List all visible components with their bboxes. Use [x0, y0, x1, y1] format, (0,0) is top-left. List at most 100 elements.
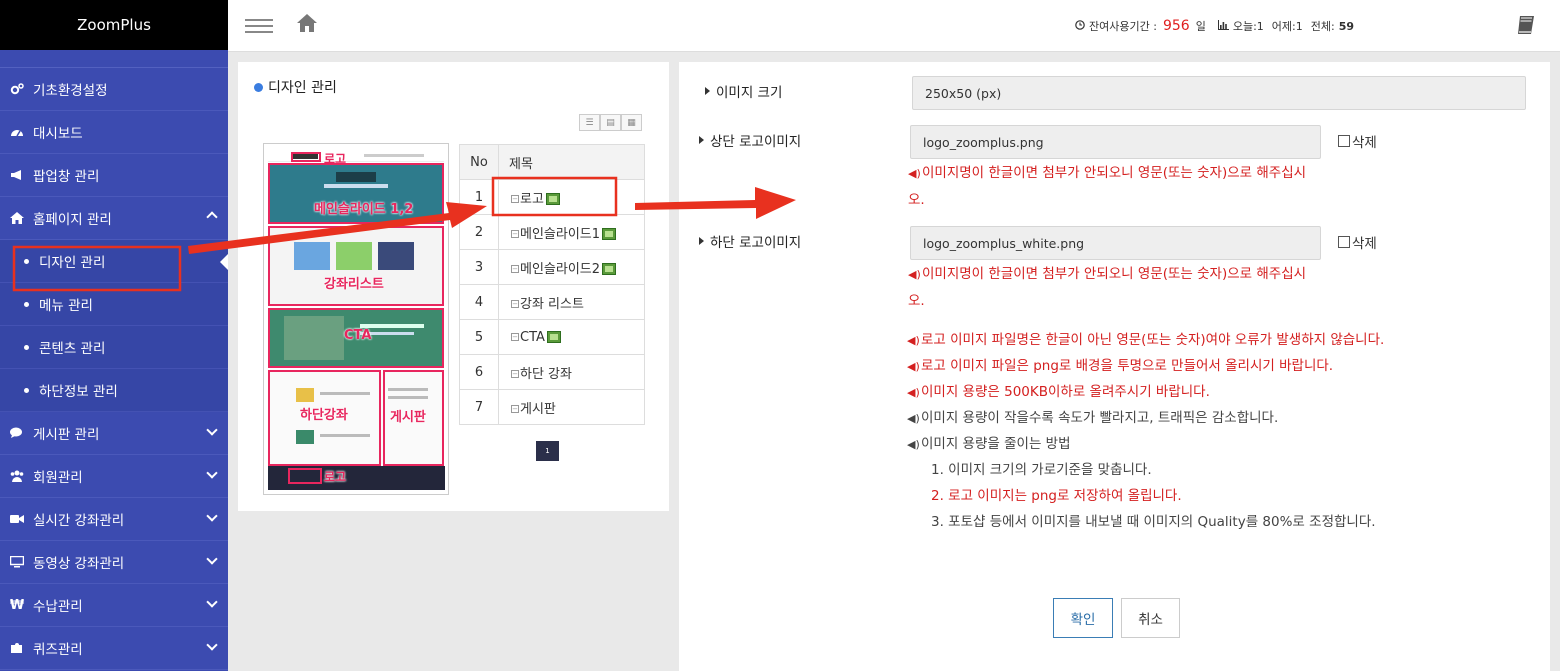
manual-book-icon[interactable] [1516, 15, 1536, 39]
chevron-down-icon [206, 553, 218, 565]
top-logo-file-field[interactable]: logo_zoomplus.png [910, 125, 1321, 159]
step-3: 3. 포토샵 등에서 이미지를 내보낼 때 이미지의 Quality를 80%로… [931, 514, 1376, 530]
row-title-cell[interactable]: − 하단 강좌 [498, 354, 645, 390]
sidebar-item-payment[interactable]: ₩ 수납관리 [0, 584, 228, 627]
row-title-cell[interactable]: − 메인슬라이드2 [498, 249, 645, 285]
sidebar-item-label: 기초환경설정 [33, 83, 108, 99]
bullet-icon [24, 387, 29, 393]
row-title[interactable]: 메인슬라이드2 [520, 262, 600, 277]
sidebar-subitem-label: 콘텐츠 관리 [39, 341, 106, 357]
sidebar-item-label: 팝업창 관리 [33, 169, 100, 185]
row-title-cell[interactable]: − 게시판 [498, 389, 645, 425]
chevron-down-icon [206, 639, 218, 651]
cancel-button[interactable]: 취소 [1121, 598, 1180, 638]
title-bullet-icon [254, 82, 263, 92]
note-speed: ◀)이미지 용량이 작을수록 속도가 빨라지고, 트래픽은 감소합니다. [907, 405, 1278, 432]
sidebar-item-basic-settings[interactable]: 기초환경설정 [0, 68, 228, 111]
confirm-button[interactable]: 확인 [1053, 598, 1113, 638]
image-icon [545, 193, 560, 205]
bullhorn-icon [8, 169, 26, 181]
row-title[interactable]: 메인슬라이드1 [520, 227, 600, 242]
brand-logo[interactable]: ZoomPlus [0, 0, 228, 50]
bullet-icon [24, 344, 29, 350]
sidebar: ZoomPlus 기초환경설정 대시보드 팝업창 관리 홈페이지 관리 디자인 … [0, 0, 228, 671]
hamburger-menu-icon[interactable] [245, 19, 273, 33]
preview-course-list-box [268, 226, 444, 306]
table-row[interactable]: 3 − 메인슬라이드2 [459, 249, 645, 285]
row-title-cell[interactable]: − CTA [498, 319, 645, 355]
remaining-days-unit: 일 [1195, 20, 1206, 33]
detail-view-icon[interactable]: ▤ [600, 114, 621, 131]
sidebar-subitem-footer-info[interactable]: 하단정보 관리 [0, 369, 228, 412]
caret-right-icon [699, 136, 704, 144]
list-view-icon[interactable]: ☰ [579, 114, 600, 131]
row-title[interactable]: CTA [520, 330, 545, 345]
note-reduce-methods: ◀)이미지 용량을 줄이는 방법 [907, 431, 1071, 458]
row-number: 6 [459, 354, 499, 390]
note-filename: ◀)로고 이미지 파일명은 한글이 아닌 영문(또는 숫자)여야 오류가 발생하… [907, 327, 1384, 354]
panel-title: 디자인 관리 [254, 77, 337, 97]
top-logo-delete-checkbox[interactable]: 삭제 [1338, 131, 1377, 151]
view-mode-toggle: ☰ ▤ ▦ [579, 114, 642, 131]
sidebar-subitem-menu[interactable]: 메뉴 관리 [0, 283, 228, 326]
preview-label-board: 게시판 [390, 410, 426, 425]
checkbox-icon[interactable] [1338, 135, 1350, 147]
home-icon[interactable] [297, 14, 317, 36]
table-row[interactable]: 1 − 로고 [459, 179, 645, 215]
row-title-cell[interactable]: − 강좌 리스트 [498, 284, 645, 320]
bottom-logo-delete-checkbox[interactable]: 삭제 [1338, 232, 1377, 252]
sidebar-item-quiz[interactable]: 퀴즈관리 [0, 627, 228, 670]
column-header-title: 제목 [498, 144, 645, 180]
checkbox-icon[interactable] [1338, 236, 1350, 248]
table-row[interactable]: 4 − 강좌 리스트 [459, 284, 645, 320]
sidebar-subitem-contents[interactable]: 콘텐츠 관리 [0, 326, 228, 369]
sidebar-item-popup[interactable]: 팝업창 관리 [0, 154, 228, 197]
sidebar-item-live-course[interactable]: 실시간 강좌관리 [0, 498, 228, 541]
table-row[interactable]: 2 − 메인슬라이드1 [459, 214, 645, 250]
speaker-icon: ◀) [908, 167, 921, 180]
table-row[interactable]: 6 − 하단 강좌 [459, 354, 645, 390]
bottom-logo-file-field[interactable]: logo_zoomplus_white.png [910, 226, 1321, 260]
won-icon: ₩ [9, 597, 25, 613]
sidebar-item-dashboard[interactable]: 대시보드 [0, 111, 228, 154]
chevron-down-icon [206, 424, 218, 436]
minus-icon: − [511, 370, 519, 378]
delete-label: 삭제 [1352, 236, 1377, 252]
pagination-page-button[interactable]: 1 [536, 441, 559, 461]
top-logo-label: 상단 로고이미지 [699, 130, 801, 150]
comments-icon [8, 427, 26, 439]
sidebar-item-members[interactable]: 회원관리 [0, 455, 228, 498]
users-icon [8, 470, 26, 482]
image-size-field: 250x50 (px) [912, 76, 1526, 110]
design-list-panel: 디자인 관리 ☰ ▤ ▦ 로고 메인슬라이드 1,2 강좌리스트 CTA 하단강… [238, 62, 669, 511]
minus-icon: − [511, 230, 519, 238]
row-title-cell[interactable]: − 메인슬라이드1 [498, 214, 645, 250]
row-title[interactable]: 강좌 리스트 [520, 297, 584, 312]
grid-view-icon[interactable]: ▦ [621, 114, 642, 131]
sidebar-item-video-course[interactable]: 동영상 강좌관리 [0, 541, 228, 584]
clock-icon [1075, 19, 1085, 33]
minus-icon: − [511, 300, 519, 308]
sidebar-subitem-design[interactable]: 디자인 관리 [0, 240, 228, 283]
top-logo-filename-warning: ◀)이미지명이 한글이면 첨부가 안되오니 영문(또는 숫자)으로 해주십시 오… [908, 160, 1306, 213]
sidebar-item-homepage[interactable]: 홈페이지 관리 [0, 197, 228, 240]
video-camera-icon [8, 513, 26, 525]
image-icon [546, 331, 561, 343]
row-title[interactable]: 게시판 [520, 402, 556, 417]
sidebar-subitem-label: 메뉴 관리 [39, 298, 93, 314]
row-title-cell[interactable]: − 로고 [498, 179, 645, 215]
design-items-table: No 제목 1 − 로고 2 − 메인슬라이드1 3 − 메인슬라이드2 4 − 강좌 … [459, 144, 645, 425]
sidebar-subitem-label: 하단정보 관리 [39, 384, 118, 400]
usage-stats: 잔여사용기간 : 956 일 오늘:1 어제:1 전체: 59 [1075, 18, 1354, 34]
sidebar-item-board[interactable]: 게시판 관리 [0, 412, 228, 455]
image-size-label: 이미지 크기 [705, 81, 782, 101]
minus-icon: − [511, 265, 519, 273]
gears-icon [8, 83, 26, 95]
row-title[interactable]: 로고 [520, 192, 544, 207]
row-title[interactable]: 하단 강좌 [520, 367, 572, 382]
table-row[interactable]: 7 − 게시판 [459, 389, 645, 425]
minus-icon: − [511, 333, 519, 341]
table-row[interactable]: 5 − CTA [459, 319, 645, 355]
today-visits: 오늘:1 [1232, 20, 1264, 33]
minus-icon: − [511, 405, 519, 413]
